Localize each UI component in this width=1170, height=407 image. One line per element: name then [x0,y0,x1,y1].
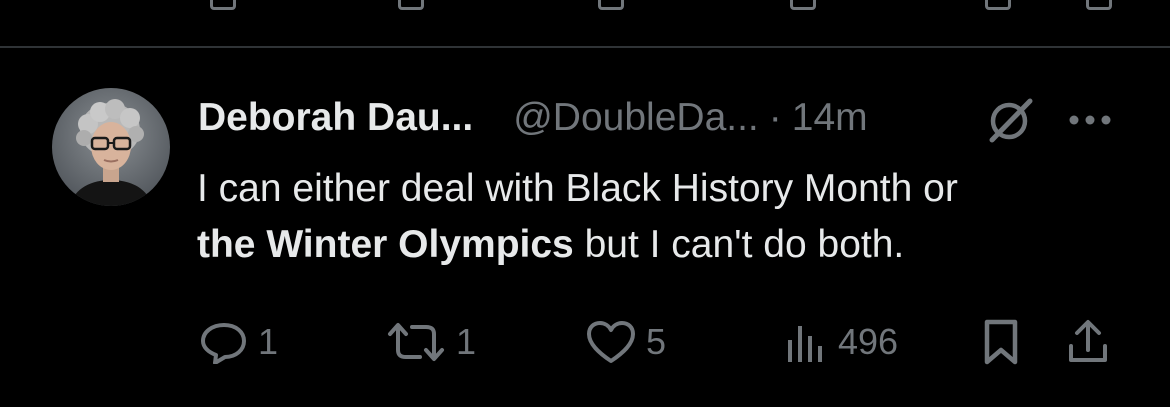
reply-icon [201,323,246,364]
repost-icon [388,323,444,361]
tweet-text-line1: I can either deal with Black History Mon… [197,167,958,210]
display-name[interactable]: Deborah Dau... [198,96,473,140]
tweet-text: I can either deal with Black History Mon… [197,161,1157,273]
reply-button[interactable]: 1 [198,314,278,370]
view-count: 496 [838,321,899,362]
previous-repost-icon[interactable] [398,0,424,10]
previous-tweet-actions [0,0,1170,12]
avatar[interactable] [52,88,170,206]
like-button[interactable]: 5 [584,314,666,370]
views-icon [788,326,822,362]
grok-icon[interactable] [984,96,1034,146]
bookmark-button[interactable] [980,314,1022,370]
reply-count: 1 [258,321,279,362]
tweet-header: Deborah Dau... @DoubleDa... · 14m [198,93,868,143]
previous-share-icon[interactable] [1086,0,1112,10]
views-button[interactable]: 496 [784,314,898,370]
like-count: 5 [646,321,667,362]
previous-like-icon[interactable] [598,0,624,10]
share-button[interactable] [1066,314,1110,370]
tweet-actions: 1 1 5 496 [0,314,1170,370]
repost-count: 1 [456,321,477,362]
tweet-divider [0,46,1170,48]
header-separator: · [768,96,782,139]
previous-bookmark-icon[interactable] [985,0,1011,10]
heart-icon [587,321,635,363]
tweet-text-bold: the Winter Olympics [197,223,574,266]
bookmark-icon [984,319,1018,365]
tweet-text-rest: but I can't do both. [573,223,905,266]
repost-button[interactable]: 1 [384,314,476,370]
share-icon [1069,320,1107,362]
more-icon[interactable] [1066,108,1114,132]
previous-views-icon[interactable] [790,0,816,10]
timestamp[interactable]: 14m [792,96,868,140]
previous-reply-icon[interactable] [210,0,236,10]
user-handle[interactable]: @DoubleDa... [513,96,759,140]
